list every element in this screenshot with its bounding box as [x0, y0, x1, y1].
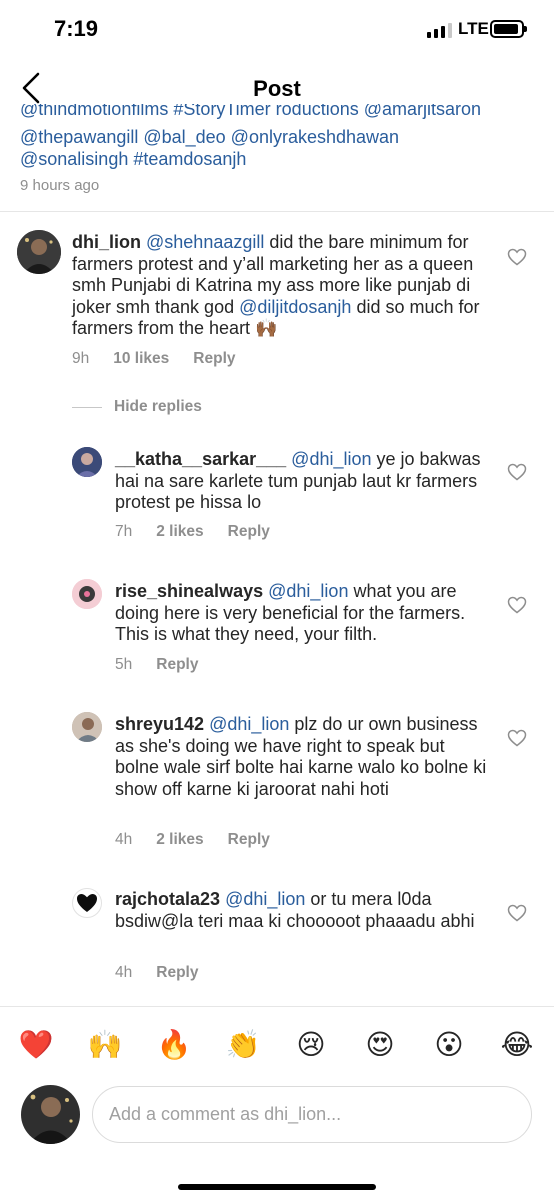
reply-button[interactable]: Reply — [156, 964, 198, 981]
caption-cut-line: @thindmotionfilms #StoryTimer roductions… — [20, 104, 482, 119]
signal-icon — [427, 22, 452, 38]
reply-button[interactable]: Reply — [228, 831, 270, 848]
reply-time: 4h — [115, 831, 133, 848]
comment-username[interactable]: dhi_lion — [72, 232, 141, 252]
clapping-emoji-button[interactable]: 👏 — [223, 1026, 263, 1064]
fire-emoji-button[interactable]: 🔥 — [154, 1026, 194, 1064]
reply-mention[interactable]: @dhi_lion — [209, 714, 289, 734]
reply-meta: 4h 2 likes Reply — [115, 831, 294, 849]
comment-mention[interactable]: @shehnaazgill — [146, 232, 264, 252]
reply-meta: 4h Reply — [115, 964, 222, 982]
reply-button[interactable]: Reply — [156, 656, 198, 673]
avatar-image — [72, 712, 102, 742]
reply-time: 7h — [115, 523, 133, 540]
caption-line-1[interactable]: @thepawangill @bal_deo @onlyrakeshdhawan — [20, 126, 534, 148]
heart-icon — [507, 248, 527, 266]
avatar-image — [21, 1085, 80, 1144]
reply-time: 4h — [115, 964, 133, 981]
surprised-emoji-button[interactable]: 😮 — [429, 1026, 469, 1064]
like-button[interactable] — [507, 248, 527, 266]
reply-likes[interactable]: 2 likes — [156, 523, 203, 540]
avatar[interactable] — [72, 712, 102, 742]
reply-meta: 7h 2 likes Reply — [115, 523, 294, 541]
divider — [72, 406, 102, 408]
heart-eyes-emoji-button[interactable]: 😍 — [360, 1026, 400, 1064]
divider — [0, 1006, 554, 1007]
avatar-image — [17, 230, 61, 274]
comment-input[interactable] — [92, 1086, 532, 1143]
like-button[interactable] — [507, 463, 527, 481]
hide-replies-button[interactable]: Hide replies — [72, 398, 202, 416]
like-button[interactable] — [507, 904, 527, 922]
emoji-bar: ❤️ 🙌 🔥 👏 😢 😍 😮 😂 — [0, 1026, 554, 1066]
status-bar: 7:19 LTE — [0, 0, 554, 60]
network-label: LTE — [458, 19, 489, 38]
reply-mention[interactable]: @dhi_lion — [225, 889, 305, 909]
avatar[interactable] — [72, 447, 102, 477]
comment-mention[interactable]: @diljitdosanjh — [239, 297, 351, 317]
reply-time: 5h — [115, 656, 133, 673]
raising-hands-emoji-button[interactable]: 🙌 — [85, 1026, 125, 1064]
heart-icon — [507, 729, 527, 747]
divider — [0, 211, 554, 212]
reply-text: shreyu142 @dhi_lion plz do ur own busine… — [115, 714, 487, 799]
comment-likes[interactable]: 10 likes — [113, 350, 169, 367]
avatar-image — [72, 447, 102, 477]
comment-time: 9h — [72, 350, 90, 367]
status-time: 7:19 — [54, 16, 99, 41]
reply-meta: 5h Reply — [115, 656, 222, 674]
avatar-image — [72, 579, 102, 609]
heart-avatar-icon — [77, 894, 97, 912]
like-button[interactable] — [507, 596, 527, 614]
comment-meta: 9h 10 likes Reply — [72, 350, 260, 368]
page-title: Post — [253, 76, 301, 101]
comment-text: dhi_lion @shehnaazgill did the bare mini… — [72, 232, 480, 338]
composer-avatar — [21, 1085, 80, 1144]
reply-username[interactable]: __katha__sarkar___ — [115, 449, 286, 469]
reply-username[interactable]: rise_shinealways — [115, 581, 263, 601]
avatar[interactable] — [17, 230, 61, 274]
heart-icon — [507, 904, 527, 922]
reply-button[interactable]: Reply — [193, 350, 235, 367]
reply-text: rajchotala23 @dhi_lion or tu mera l0da b… — [115, 889, 475, 931]
reply-text: rise_shinealways @dhi_lion what you are … — [115, 581, 466, 644]
avatar[interactable] — [72, 888, 102, 918]
heart-emoji-button[interactable]: ❤️ — [16, 1026, 56, 1064]
heart-icon — [507, 463, 527, 481]
caption-line-2[interactable]: @sonalisingh #teamdosanjh — [20, 148, 534, 170]
laughing-emoji-button[interactable]: 😂 — [497, 1026, 537, 1064]
like-button[interactable] — [507, 729, 527, 747]
crying-emoji-button[interactable]: 😢 — [291, 1026, 331, 1064]
reply-username[interactable]: rajchotala23 — [115, 889, 220, 909]
reply-mention[interactable]: @dhi_lion — [291, 449, 371, 469]
post-timestamp: 9 hours ago — [20, 177, 100, 194]
reply-likes[interactable]: 2 likes — [156, 831, 203, 848]
battery-icon — [490, 20, 527, 38]
hide-replies-label: Hide replies — [114, 398, 202, 415]
heart-icon — [507, 596, 527, 614]
avatar[interactable] — [72, 579, 102, 609]
reply-text: __katha__sarkar___ @dhi_lion ye jo bakwa… — [115, 449, 481, 512]
reply-button[interactable]: Reply — [228, 523, 270, 540]
home-indicator — [178, 1184, 376, 1190]
reply-username[interactable]: shreyu142 — [115, 714, 204, 734]
post-caption: @thindmotionfilms #StoryTimer roductions… — [20, 104, 534, 170]
reply-mention[interactable]: @dhi_lion — [268, 581, 348, 601]
